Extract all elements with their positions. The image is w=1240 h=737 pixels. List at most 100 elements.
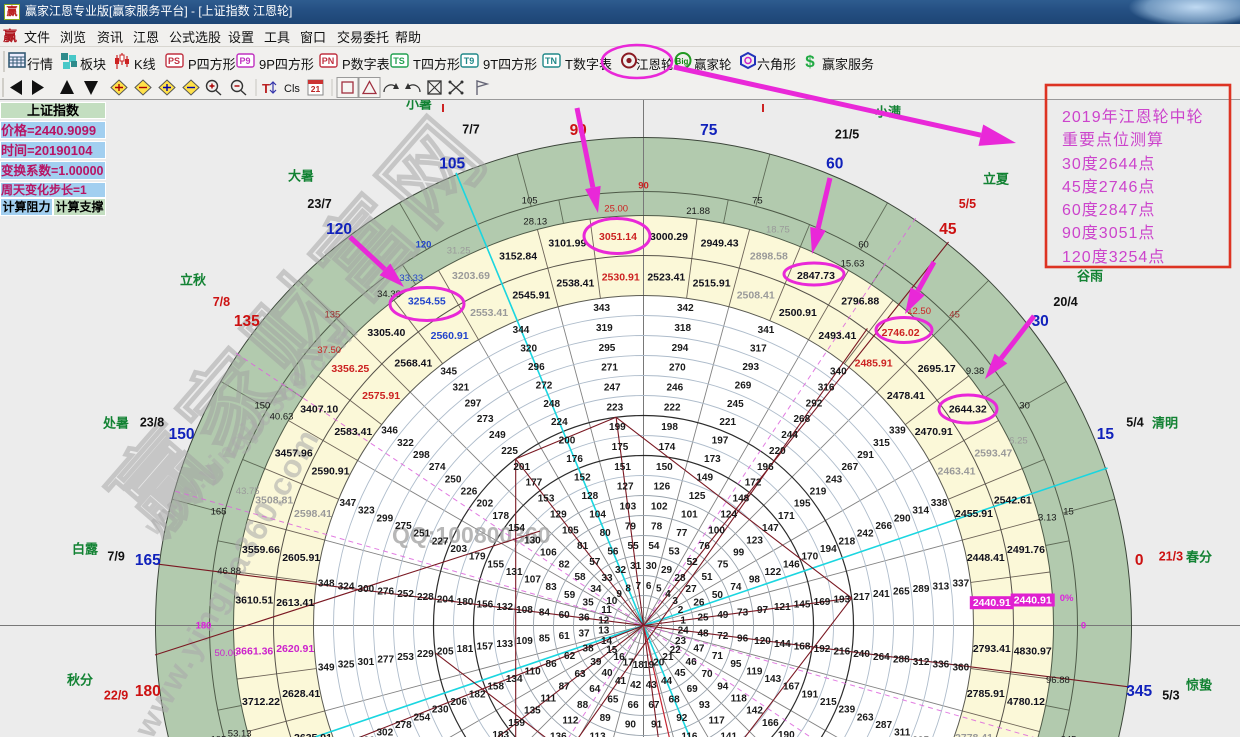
svg-text:2568.41: 2568.41 bbox=[394, 358, 432, 370]
svg-text:175: 175 bbox=[612, 442, 629, 453]
svg-text:70: 70 bbox=[701, 669, 713, 680]
svg-text:2542.61: 2542.61 bbox=[994, 495, 1032, 507]
svg-text:251: 251 bbox=[413, 529, 430, 540]
svg-text:56: 56 bbox=[607, 547, 619, 558]
svg-text:179: 179 bbox=[469, 552, 486, 563]
svg-text:2898.58: 2898.58 bbox=[750, 251, 788, 263]
svg-text:2613.41: 2613.41 bbox=[276, 597, 314, 609]
svg-text:58: 58 bbox=[574, 572, 586, 583]
svg-text:2785.91: 2785.91 bbox=[967, 688, 1005, 700]
svg-text:180: 180 bbox=[196, 621, 212, 632]
svg-text:97: 97 bbox=[757, 605, 769, 616]
svg-text:75: 75 bbox=[752, 196, 763, 207]
svg-text:小满: 小满 bbox=[875, 105, 901, 120]
svg-text:2493.41: 2493.41 bbox=[818, 330, 856, 342]
svg-text:252: 252 bbox=[397, 589, 414, 600]
svg-text:174: 174 bbox=[659, 442, 676, 453]
svg-text:360: 360 bbox=[952, 662, 969, 673]
svg-text:85: 85 bbox=[539, 634, 551, 645]
svg-text:253: 253 bbox=[397, 652, 414, 663]
svg-text:349: 349 bbox=[318, 662, 335, 673]
svg-text:75: 75 bbox=[700, 122, 718, 139]
svg-text:105: 105 bbox=[439, 156, 465, 173]
svg-text:292: 292 bbox=[806, 398, 823, 409]
svg-text:191: 191 bbox=[801, 689, 818, 700]
svg-text:Big: Big bbox=[676, 57, 689, 66]
svg-text:65: 65 bbox=[607, 694, 619, 705]
svg-text:198: 198 bbox=[661, 422, 678, 433]
svg-text:193: 193 bbox=[833, 594, 850, 605]
svg-text:112: 112 bbox=[562, 716, 579, 727]
svg-text:2593.47: 2593.47 bbox=[974, 448, 1012, 460]
svg-text:290: 290 bbox=[894, 513, 911, 524]
svg-text:344: 344 bbox=[513, 325, 530, 336]
svg-text:165: 165 bbox=[135, 552, 161, 569]
svg-text:287: 287 bbox=[875, 720, 892, 731]
svg-text:5: 5 bbox=[656, 584, 662, 595]
svg-text:128: 128 bbox=[582, 491, 599, 502]
svg-text:55: 55 bbox=[628, 541, 640, 552]
svg-text:60: 60 bbox=[559, 610, 571, 621]
svg-text:119: 119 bbox=[746, 666, 763, 677]
svg-text:2515.91: 2515.91 bbox=[693, 278, 731, 290]
svg-text:345: 345 bbox=[1126, 683, 1152, 700]
svg-text:1: 1 bbox=[680, 615, 686, 626]
svg-text:96.88: 96.88 bbox=[1046, 675, 1070, 686]
svg-text:254: 254 bbox=[413, 712, 430, 723]
svg-text:41: 41 bbox=[615, 676, 627, 687]
svg-text:12: 12 bbox=[598, 615, 610, 626]
svg-text:P9: P9 bbox=[239, 56, 250, 66]
svg-text:180: 180 bbox=[135, 683, 161, 700]
svg-text:150: 150 bbox=[656, 462, 673, 473]
svg-text:268: 268 bbox=[793, 414, 810, 425]
svg-text:春分: 春分 bbox=[1185, 550, 1212, 565]
svg-text:77: 77 bbox=[676, 528, 688, 539]
svg-text:273: 273 bbox=[477, 414, 494, 425]
svg-text:2949.43: 2949.43 bbox=[701, 238, 739, 250]
svg-text:84: 84 bbox=[539, 607, 551, 618]
svg-text:2560.91: 2560.91 bbox=[431, 330, 469, 342]
svg-text:105: 105 bbox=[522, 196, 538, 207]
svg-text:3457.96: 3457.96 bbox=[275, 448, 313, 460]
svg-text:3: 3 bbox=[672, 596, 678, 607]
svg-text:90: 90 bbox=[625, 720, 637, 731]
svg-text:50: 50 bbox=[712, 590, 724, 601]
svg-text:2695.17: 2695.17 bbox=[918, 363, 956, 375]
svg-text:95: 95 bbox=[730, 659, 742, 670]
svg-text:45: 45 bbox=[674, 668, 686, 679]
svg-text:343: 343 bbox=[593, 303, 610, 314]
svg-text:120: 120 bbox=[416, 239, 432, 250]
svg-text:136: 136 bbox=[550, 732, 567, 737]
svg-text:215: 215 bbox=[820, 697, 837, 708]
svg-text:2583.41: 2583.41 bbox=[334, 426, 372, 438]
svg-text:221: 221 bbox=[719, 417, 736, 428]
svg-text:37: 37 bbox=[578, 628, 590, 639]
svg-text:66: 66 bbox=[628, 700, 640, 711]
svg-text:0: 0 bbox=[1135, 552, 1144, 569]
svg-text:2590.91: 2590.91 bbox=[312, 466, 350, 478]
svg-text:325: 325 bbox=[338, 660, 355, 671]
svg-text:46.88: 46.88 bbox=[217, 566, 241, 577]
svg-text:53: 53 bbox=[669, 547, 681, 558]
svg-text:269: 269 bbox=[735, 380, 752, 391]
svg-text:2455.91: 2455.91 bbox=[955, 508, 993, 520]
svg-text:2448.41: 2448.41 bbox=[967, 552, 1005, 564]
svg-text:2793.41: 2793.41 bbox=[973, 643, 1011, 655]
svg-text:$: $ bbox=[805, 52, 815, 71]
svg-text:202: 202 bbox=[476, 499, 493, 510]
svg-text:248: 248 bbox=[543, 399, 560, 410]
svg-text:299: 299 bbox=[376, 513, 393, 524]
svg-text:267: 267 bbox=[841, 462, 858, 473]
svg-text:274: 274 bbox=[429, 462, 446, 473]
svg-text:132: 132 bbox=[496, 602, 513, 613]
svg-text:61: 61 bbox=[559, 631, 571, 642]
svg-text:206: 206 bbox=[450, 697, 467, 708]
svg-text:21.88: 21.88 bbox=[686, 206, 710, 217]
svg-text:122: 122 bbox=[764, 567, 781, 578]
svg-text:149: 149 bbox=[696, 473, 713, 484]
svg-text:219: 219 bbox=[810, 487, 827, 498]
svg-text:337: 337 bbox=[952, 579, 969, 590]
svg-text:220: 220 bbox=[769, 446, 786, 457]
svg-text:166: 166 bbox=[762, 718, 779, 729]
svg-text:141: 141 bbox=[720, 732, 737, 737]
